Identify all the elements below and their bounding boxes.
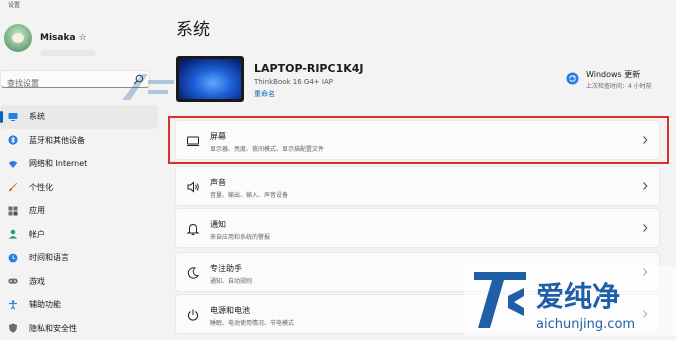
person-icon [8, 229, 18, 239]
sidebar-item-personalization[interactable]: 个性化 [0, 176, 158, 200]
sidebar-item-label: 网络和 Internet [29, 158, 87, 169]
card-subtitle: 来自应用和系统的警报 [210, 232, 270, 241]
sidebar-item-label: 游戏 [29, 276, 45, 287]
card-title: 电源和电池 [210, 305, 250, 316]
chevron-right-icon [641, 181, 649, 191]
sidebar-item-network[interactable]: 网络和 Internet [0, 152, 158, 176]
sidebar-item-accounts[interactable]: 帐户 [0, 223, 158, 247]
card-sound[interactable]: 声音 音量、输出、输入、声音设备 [175, 166, 660, 206]
apps-icon [8, 206, 18, 216]
avatar [4, 24, 32, 52]
profile-email-blurred [40, 50, 96, 56]
monitor-icon [8, 112, 18, 122]
card-notifications[interactable]: 通知 来自应用和系统的警报 [175, 208, 660, 248]
title-bar: 设置 [0, 0, 676, 10]
wifi-icon [8, 159, 18, 169]
device-name: LAPTOP-RIPC1K4J [254, 62, 364, 75]
card-title: 专注助手 [210, 263, 242, 274]
sidebar-item-apps[interactable]: 应用 [0, 199, 158, 223]
watermark-faint-logo-icon [118, 70, 178, 104]
device-thumbnail [176, 56, 244, 102]
card-title: 通知 [210, 219, 226, 230]
sidebar-item-label: 辅助功能 [29, 299, 61, 310]
power-icon [186, 308, 200, 322]
windows-update-title[interactable]: Windows 更新 [586, 69, 640, 80]
bell-icon [186, 222, 200, 236]
globe-clock-icon [8, 253, 18, 263]
sidebar-item-privacy[interactable]: 隐私和安全性 [0, 317, 158, 340]
gamepad-icon [8, 276, 18, 286]
windows-update-status: 上次检查时间：4 小时前 [586, 81, 652, 90]
sidebar-item-label: 蓝牙和其他设备 [29, 135, 85, 146]
sidebar-item-label: 系统 [29, 111, 45, 122]
card-subtitle: 音量、输出、输入、声音设备 [210, 190, 288, 199]
app-title: 设置 [8, 0, 20, 9]
sidebar-item-system[interactable]: 系统 [0, 105, 158, 129]
sidebar-item-accessibility[interactable]: 辅助功能 [0, 293, 158, 317]
highlight-frame [168, 116, 669, 164]
sidebar-item-label: 应用 [29, 205, 45, 216]
sidebar-nav: 系统 蓝牙和其他设备 网络和 Internet 个性化 应用 [0, 105, 158, 340]
brush-icon [8, 182, 18, 192]
accessibility-icon [8, 300, 18, 310]
sidebar: Misaka ☆ 系统 蓝牙和其他设备 网络和 Internet [0, 10, 158, 336]
card-subtitle: 睡眠、电池使用情况、节电模式 [210, 318, 294, 327]
search-input[interactable] [1, 76, 133, 92]
sidebar-item-bluetooth[interactable]: 蓝牙和其他设备 [0, 129, 158, 153]
sidebar-item-gaming[interactable]: 游戏 [0, 270, 158, 294]
watermark-brand: 爱纯净 [536, 280, 620, 313]
speaker-icon [186, 180, 200, 194]
sidebar-item-time-language[interactable]: 时间和语言 [0, 246, 158, 270]
chevron-right-icon [641, 223, 649, 233]
device-model: ThinkBook 16 G4+ IAP [254, 78, 333, 86]
sidebar-item-label: 帐户 [29, 229, 45, 240]
device-wallpaper [179, 59, 241, 99]
sidebar-item-label: 个性化 [29, 182, 53, 193]
watermark-url: aichunjing.com [536, 317, 635, 332]
shield-icon [8, 323, 18, 333]
page-title: 系统 [176, 15, 210, 40]
user-profile[interactable]: Misaka ☆ [4, 24, 87, 52]
profile-name: Misaka ☆ [40, 33, 87, 43]
windows-update-icon[interactable] [566, 72, 579, 85]
rename-link[interactable]: 重命名 [254, 89, 275, 99]
card-subtitle: 通知、自动规则 [210, 276, 252, 285]
card-title: 声音 [210, 177, 226, 188]
moon-icon [186, 266, 200, 280]
bluetooth-icon [8, 135, 18, 145]
watermark: 爱纯净 aichunjing.com [464, 266, 676, 336]
sidebar-item-label: 隐私和安全性 [29, 323, 77, 334]
sidebar-item-label: 时间和语言 [29, 252, 69, 263]
